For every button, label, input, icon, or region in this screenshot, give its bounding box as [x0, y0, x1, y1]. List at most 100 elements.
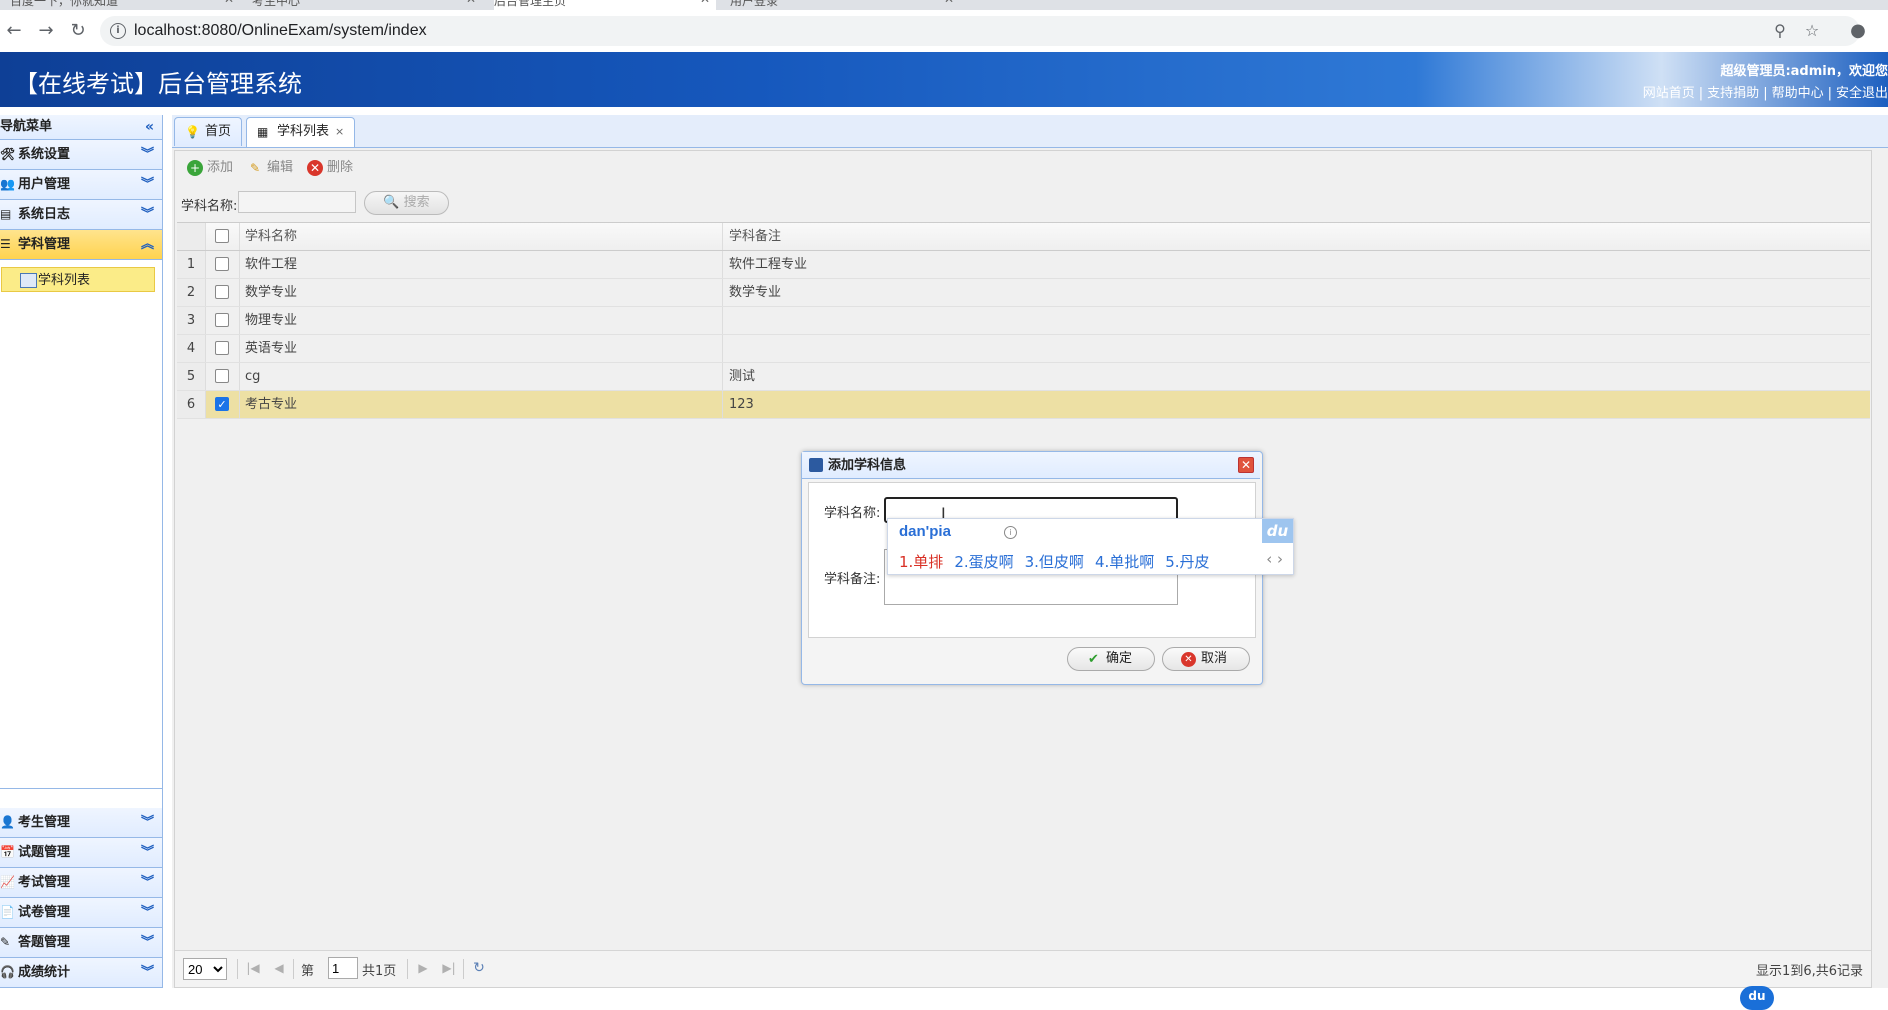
- select-all-checkbox[interactable]: [215, 229, 229, 243]
- first-page-icon[interactable]: |◀: [245, 960, 261, 976]
- chevron-down-icon[interactable]: ︾: [141, 898, 154, 927]
- chevron-down-icon[interactable]: ︾: [141, 808, 154, 837]
- close-icon[interactable]: ✕: [700, 0, 710, 6]
- row-checkbox[interactable]: [215, 257, 229, 271]
- browser-tab[interactable]: 百度一下，你就知道 ✕: [10, 0, 240, 10]
- chevron-down-icon[interactable]: ︾: [141, 170, 154, 199]
- chevron-down-icon[interactable]: ︾: [141, 200, 154, 229]
- chevron-down-icon[interactable]: ︾: [141, 868, 154, 897]
- close-icon[interactable]: ✕: [224, 0, 234, 6]
- ime-candidate[interactable]: 3.但皮啊: [1025, 553, 1084, 571]
- chevron-up-icon[interactable]: ︽: [141, 230, 154, 259]
- cell-remark: 123: [729, 397, 754, 412]
- ime-candidate[interactable]: 2.蛋皮啊: [954, 553, 1013, 571]
- chevron-down-icon[interactable]: ︾: [141, 140, 154, 169]
- close-icon[interactable]: ✕: [1238, 457, 1254, 473]
- table-row[interactable]: 4 英语专业: [177, 335, 1870, 363]
- browser-tab[interactable]: 考生中心 ✕: [252, 0, 482, 10]
- app-header: 【在线考试】后台管理系统 超级管理员:admin，欢迎您 网站首页 | 支持捐助 | 帮…: [0, 52, 1888, 107]
- pager-divider: [237, 959, 238, 979]
- address-bar[interactable]: i localhost:8080/OnlineExam/system/index…: [100, 16, 1860, 46]
- refresh-icon[interactable]: ↻: [471, 960, 487, 976]
- table-row[interactable]: 3 物理专业: [177, 307, 1870, 335]
- menu-score-statistics[interactable]: 🎧 成绩统计 ︾: [0, 958, 162, 988]
- chevron-left-icon[interactable]: ‹: [1266, 550, 1272, 568]
- add-button[interactable]: + 添加: [187, 157, 233, 179]
- ime-candidate[interactable]: 4.单批啊: [1095, 553, 1154, 571]
- delete-button[interactable]: ✕ 删除: [307, 157, 353, 179]
- log-icon: ▤: [0, 207, 12, 221]
- table-row[interactable]: 5 cg 测试: [177, 363, 1870, 391]
- search-input[interactable]: [238, 191, 356, 213]
- link-donate[interactable]: 支持捐助: [1707, 86, 1759, 101]
- row-checkbox-checked[interactable]: ✓: [215, 397, 229, 411]
- pencil-icon: ✎: [249, 161, 261, 175]
- bookmark-star-icon[interactable]: ☆: [1802, 21, 1822, 41]
- menu-system-settings[interactable]: 🛠 系统设置 ︾: [0, 140, 162, 170]
- link-help[interactable]: 帮助中心: [1772, 86, 1824, 101]
- chevron-down-icon[interactable]: ︾: [141, 958, 154, 987]
- menu-paper-management[interactable]: 📄 试卷管理 ︾: [0, 898, 162, 928]
- chevron-right-icon[interactable]: ›: [1277, 550, 1283, 568]
- nav-sidebar: 导航菜单 « 🛠 系统设置 ︾ 👥 用户管理 ︾ ▤ 系统日志 ︾ ☰ 学科管理…: [0, 115, 163, 988]
- reload-icon[interactable]: ↻: [66, 19, 90, 43]
- ime-candidate[interactable]: 1.单排: [899, 553, 943, 571]
- ime-candidate[interactable]: 5.丹皮: [1165, 553, 1209, 571]
- menu-subject-management[interactable]: ☰ 学科管理 ︽: [0, 230, 162, 260]
- tab-subject-list[interactable]: ▦ 学科列表 ×: [246, 117, 356, 147]
- ime-page-arrows[interactable]: ‹ ›: [1266, 550, 1283, 568]
- table-row-selected[interactable]: 6 ✓ 考古专业 123: [177, 391, 1870, 419]
- page-size-select[interactable]: 20: [183, 958, 227, 980]
- students-icon: 👤: [0, 815, 15, 829]
- tab-home[interactable]: 💡 首页: [174, 117, 243, 146]
- close-icon[interactable]: ✕: [466, 0, 476, 6]
- column-header-remark[interactable]: 学科备注: [723, 223, 1870, 250]
- row-checkbox[interactable]: [215, 341, 229, 355]
- browser-tab-active[interactable]: 后台管理主页 ✕: [494, 0, 716, 10]
- chevron-down-icon[interactable]: ︾: [141, 928, 154, 957]
- link-logout[interactable]: 安全退出: [1836, 86, 1888, 101]
- table-icon: [20, 273, 37, 288]
- menu-label: 答题管理: [18, 935, 71, 950]
- last-page-icon[interactable]: ▶|: [441, 960, 457, 976]
- zoom-icon[interactable]: ⚲: [1770, 21, 1790, 41]
- menu-answer-management[interactable]: ✎ 答题管理 ︾: [0, 928, 162, 958]
- cancel-button[interactable]: ✕ 取消: [1162, 647, 1250, 671]
- search-label: 学科名称:: [181, 199, 238, 214]
- row-checkbox[interactable]: [215, 369, 229, 383]
- menu-system-log[interactable]: ▤ 系统日志 ︾: [0, 200, 162, 230]
- column-header-name[interactable]: 学科名称: [239, 223, 723, 250]
- info-icon[interactable]: i: [1004, 526, 1017, 539]
- paper-icon: 📄: [0, 905, 15, 919]
- cancel-icon: ✕: [1181, 652, 1196, 667]
- close-icon[interactable]: ✕: [944, 0, 954, 6]
- table-row[interactable]: 1 软件工程 软件工程专业: [177, 251, 1870, 279]
- table-row[interactable]: 2 数学专业 数学专业: [177, 279, 1870, 307]
- menu-exam-management[interactable]: 📈 考试管理 ︾: [0, 868, 162, 898]
- menu-student-management[interactable]: 👤 考生管理 ︾: [0, 808, 162, 838]
- menu-question-management[interactable]: 📅 试题管理 ︾: [0, 838, 162, 868]
- collapse-left-icon[interactable]: «: [145, 115, 154, 139]
- edit-button[interactable]: ✎ 编辑: [247, 157, 293, 179]
- close-icon[interactable]: ×: [335, 125, 344, 138]
- page-number-input[interactable]: [328, 957, 358, 979]
- panel-tabs: 💡 首页 ▦ 学科列表 ×: [172, 115, 1888, 148]
- prev-page-icon[interactable]: ◀: [271, 960, 287, 976]
- menu-user-management[interactable]: 👥 用户管理 ︾: [0, 170, 162, 200]
- forward-icon[interactable]: →: [34, 19, 58, 43]
- profile-icon[interactable]: ●: [1846, 19, 1870, 43]
- next-page-icon[interactable]: ▶: [415, 960, 431, 976]
- back-icon[interactable]: ←: [2, 19, 26, 43]
- chevron-down-icon[interactable]: ︾: [141, 838, 154, 867]
- tree-item-subject-list[interactable]: 学科列表: [1, 267, 155, 292]
- row-checkbox[interactable]: [215, 313, 229, 327]
- ime-status-logo[interactable]: du: [1740, 986, 1774, 1010]
- ime-status-bar: du: [1740, 986, 1888, 1010]
- confirm-button[interactable]: ✔ 确定: [1067, 647, 1155, 671]
- link-home[interactable]: 网站首页: [1643, 86, 1695, 101]
- row-checkbox[interactable]: [215, 285, 229, 299]
- search-button[interactable]: 🔍 搜索: [364, 191, 449, 215]
- info-icon[interactable]: i: [110, 23, 126, 39]
- browser-tab[interactable]: 用户登录 ✕: [730, 0, 960, 10]
- menu-label: 试题管理: [18, 845, 71, 860]
